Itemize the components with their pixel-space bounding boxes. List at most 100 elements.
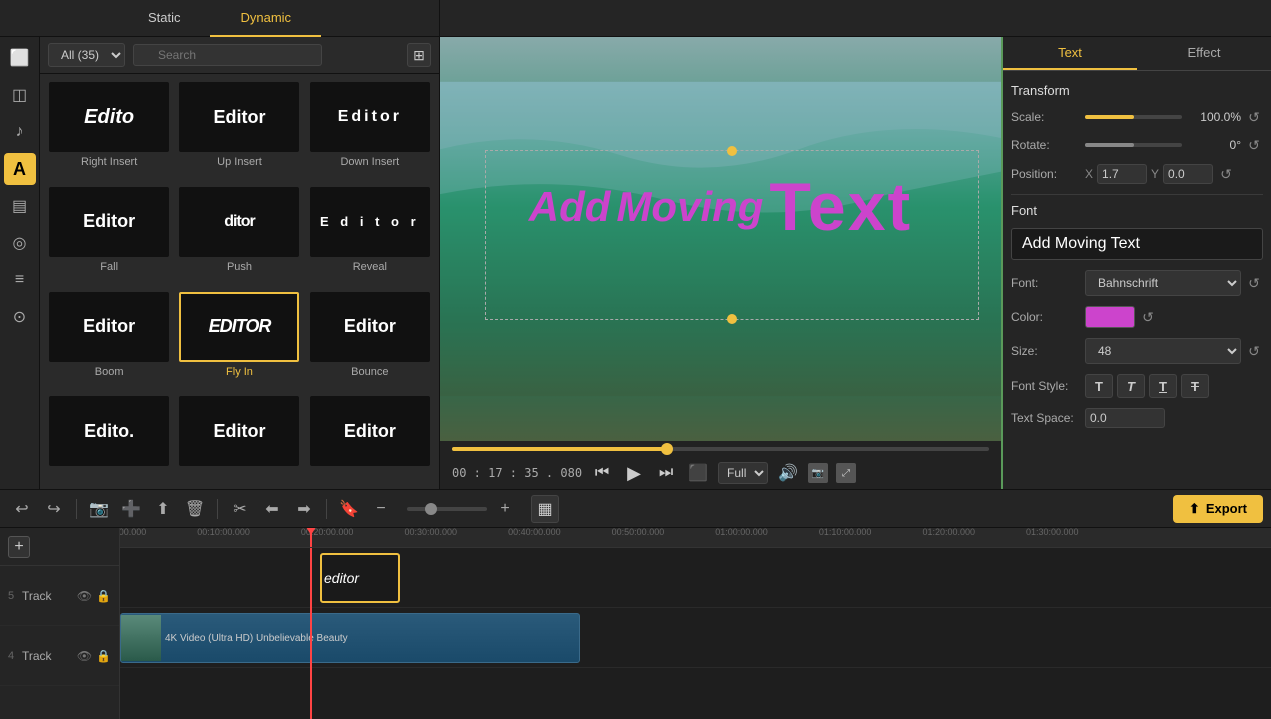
sidebar-icon-stickers[interactable]: ⊙ xyxy=(4,301,36,333)
fullscreen-btn[interactable]: ⤢ xyxy=(836,463,856,483)
redo-btn[interactable]: ↪ xyxy=(40,495,68,523)
stop-btn[interactable]: ⬛ xyxy=(686,461,710,485)
zoom-out-btn[interactable]: − xyxy=(367,495,395,523)
template-up-insert[interactable]: Editor Up Insert xyxy=(178,82,300,179)
rotate-slider[interactable] xyxy=(1085,143,1182,147)
marker-btn[interactable]: 🔖 xyxy=(335,495,363,523)
sidebar-icon-media[interactable]: ◫ xyxy=(4,79,36,111)
rotate-row: Rotate: 0° ↺ xyxy=(1011,136,1263,154)
sidebar-icon-effects[interactable]: ◎ xyxy=(4,227,36,259)
timeline-toolbar: ↩ ↪ 📷 ➕ ⬆ 🗑 ✂ ⬅ ➡ 🔖 − + ▦ ⬆ Export xyxy=(0,490,1271,528)
size-dropdown[interactable]: 48 xyxy=(1085,338,1241,364)
export-btn[interactable]: ⬆ Export xyxy=(1173,495,1263,523)
underline-btn[interactable]: T xyxy=(1149,374,1177,398)
sidebar-icon-text[interactable]: A xyxy=(4,153,36,185)
y-label: Y xyxy=(1151,167,1159,181)
color-swatch[interactable] xyxy=(1085,306,1135,328)
screenshot-btn[interactable]: 📷 xyxy=(808,463,828,483)
ruler-mark-6: 01:00:00.000 xyxy=(715,528,768,537)
text-space-input[interactable] xyxy=(1085,408,1165,428)
thumbnail-btn[interactable]: ▦ xyxy=(531,495,559,523)
sidebar-icons: ⬜ ◫ ♪ A ▤ ◎ ≡ ⊙ xyxy=(0,37,40,489)
template-fall[interactable]: Editor Fall xyxy=(48,187,170,284)
scale-reset-btn[interactable]: ↺ xyxy=(1245,108,1263,126)
text-clip[interactable]: editor xyxy=(320,553,400,603)
transport-bar: 00 : 17 : 35 . 080 ⏮ ▶ ⏭ ⬛ Full 🔊 📷 ⤢ xyxy=(440,457,1001,489)
bottom-panel: ↩ ↪ 📷 ➕ ⬆ 🗑 ✂ ⬅ ➡ 🔖 − + ▦ ⬆ Export + xyxy=(0,489,1271,719)
font-style-row: Font Style: T T T T xyxy=(1011,374,1263,398)
video-clip[interactable]: 4K Video (Ultra HD) Unbelievable Beauty xyxy=(120,613,580,663)
sidebar-icon-audio[interactable]: ♪ xyxy=(4,116,36,148)
template-down-insert[interactable]: Editor Down Insert xyxy=(309,82,431,179)
template-t3[interactable]: Editor xyxy=(309,396,431,481)
position-reset-btn[interactable]: ↺ xyxy=(1217,165,1235,183)
step-back-btn[interactable]: ⏮ xyxy=(590,461,614,485)
template-reveal[interactable]: E d i t o r Reveal xyxy=(309,187,431,284)
quality-select[interactable]: Full xyxy=(718,462,768,484)
strikethrough-btn[interactable]: T xyxy=(1181,374,1209,398)
sidebar-icon-overlay[interactable]: ▤ xyxy=(4,190,36,222)
track-lock-5[interactable]: 🔒 xyxy=(96,589,111,603)
color-reset-btn[interactable]: ↺ xyxy=(1139,308,1157,326)
template-label-up-insert: Up Insert xyxy=(217,156,262,168)
track-content-5: editor xyxy=(120,548,1271,608)
font-dropdown[interactable]: Bahnschrift xyxy=(1085,270,1241,296)
tab-effect[interactable]: Effect xyxy=(1137,37,1271,70)
cut-btn[interactable]: ✂ xyxy=(226,495,254,523)
progress-knob[interactable] xyxy=(661,443,673,455)
add-track-btn[interactable]: + xyxy=(8,536,30,558)
template-right-insert[interactable]: Edito Right Insert xyxy=(48,82,170,179)
track-visibility-4[interactable]: 👁 xyxy=(77,649,92,663)
italic-btn[interactable]: T xyxy=(1117,374,1145,398)
volume-btn[interactable]: 🔊 xyxy=(776,461,800,485)
xy-inputs: X Y xyxy=(1085,164,1213,184)
progress-bar[interactable] xyxy=(452,447,989,451)
font-style-buttons: T T T T xyxy=(1085,374,1209,398)
font-reset-btn[interactable]: ↺ xyxy=(1245,274,1263,292)
add-media-btn[interactable]: ➕ xyxy=(117,495,145,523)
pos-x-input[interactable] xyxy=(1097,164,1147,184)
template-t2[interactable]: Editor xyxy=(178,396,300,481)
ruler-playhead-triangle xyxy=(306,528,316,535)
grid-view-btn[interactable]: ⊞ xyxy=(407,43,431,67)
template-label-down-insert: Down Insert xyxy=(340,156,399,168)
template-bounce[interactable]: Editor Bounce xyxy=(309,292,431,389)
play-btn[interactable]: ▶ xyxy=(622,461,646,485)
search-input[interactable] xyxy=(133,44,322,66)
bold-btn[interactable]: T xyxy=(1085,374,1113,398)
undo-btn[interactable]: ↩ xyxy=(8,495,36,523)
tab-static[interactable]: Static xyxy=(118,0,211,37)
template-t1[interactable]: Edito. xyxy=(48,396,170,481)
track-lock-4[interactable]: 🔒 xyxy=(96,649,111,663)
scale-slider[interactable] xyxy=(1085,115,1182,119)
tab-dynamic[interactable]: Dynamic xyxy=(210,0,321,37)
rotate-reset-btn[interactable]: ↺ xyxy=(1245,136,1263,154)
track-visibility-5[interactable]: 👁 xyxy=(77,589,92,603)
zoom-slider[interactable] xyxy=(407,507,487,511)
tab-text[interactable]: Text xyxy=(1003,37,1137,70)
template-fly-in[interactable]: EDiTor Fly In xyxy=(178,292,300,389)
trim-left-btn[interactable]: ⬅ xyxy=(258,495,286,523)
zoom-knob[interactable] xyxy=(425,503,437,515)
template-thumb-reveal: E d i t o r xyxy=(310,187,430,257)
step-forward-btn[interactable]: ⏭ xyxy=(654,461,678,485)
filter-dropdown[interactable]: All (35) xyxy=(48,43,125,67)
template-push[interactable]: ditor Push xyxy=(178,187,300,284)
zoom-in-btn[interactable]: + xyxy=(491,495,519,523)
font-text-input[interactable] xyxy=(1011,228,1263,260)
extract-btn[interactable]: ⬆ xyxy=(149,495,177,523)
ruler-mark-3: 00:30:00.000 xyxy=(404,528,457,537)
playhead[interactable] xyxy=(310,548,312,719)
rotate-label: Rotate: xyxy=(1011,138,1081,152)
size-reset-btn[interactable]: ↺ xyxy=(1245,342,1263,360)
sidebar-icon-window[interactable]: ⬜ xyxy=(4,42,36,74)
delete-btn[interactable]: 🗑 xyxy=(181,495,209,523)
font-section-title: Font xyxy=(1011,203,1263,218)
ruler-mark-1: 00:10:00.000 xyxy=(197,528,250,537)
trim-right-btn[interactable]: ➡ xyxy=(290,495,318,523)
template-boom[interactable]: Editor Boom xyxy=(48,292,170,389)
snapshot-btn[interactable]: 📷 xyxy=(85,495,113,523)
pos-y-input[interactable] xyxy=(1163,164,1213,184)
sidebar-icon-filters[interactable]: ≡ xyxy=(4,264,36,296)
toolbar-divider-1 xyxy=(76,499,77,519)
